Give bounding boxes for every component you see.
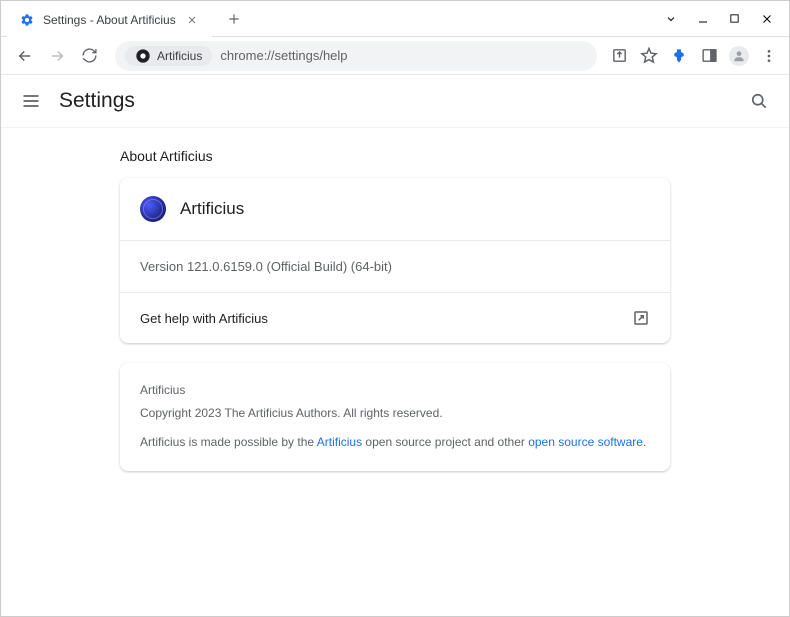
- address-bar[interactable]: Artificius chrome://settings/help: [115, 41, 597, 71]
- site-icon: [135, 48, 151, 64]
- browser-tab[interactable]: Settings - About Artificius: [7, 3, 212, 37]
- gear-icon: [19, 12, 35, 28]
- new-tab-button[interactable]: [220, 5, 248, 33]
- tab-title: Settings - About Artificius: [43, 13, 176, 27]
- chevron-down-icon[interactable]: [665, 13, 679, 25]
- section-title: About Artificius: [120, 148, 670, 164]
- maximize-icon[interactable]: [729, 13, 743, 25]
- titlebar: Settings - About Artificius: [1, 1, 789, 37]
- info-oss-line: Artificius is made possible by the Artif…: [140, 433, 650, 452]
- url-text: chrome://settings/help: [220, 48, 347, 63]
- content-area: Settings About Artificius Artificius Ver…: [1, 75, 789, 616]
- info-card: Artificius Copyright 2023 The Artificius…: [120, 363, 670, 471]
- site-info-badge[interactable]: Artificius: [125, 46, 212, 66]
- site-name: Artificius: [157, 49, 202, 63]
- app-header-row: Artificius: [120, 178, 670, 240]
- info-prefix: Artificius is made possible by the: [140, 435, 317, 449]
- external-link-icon: [632, 309, 650, 327]
- version-text: Version 121.0.6159.0 (Official Build) (6…: [120, 241, 670, 292]
- extension-icon[interactable]: [669, 46, 689, 66]
- about-card: Artificius Version 121.0.6159.0 (Officia…: [120, 178, 670, 343]
- oss-link[interactable]: open source software: [528, 435, 643, 449]
- close-icon[interactable]: [761, 13, 775, 25]
- minimize-icon[interactable]: [697, 13, 711, 25]
- get-help-button[interactable]: Get help with Artificius: [120, 293, 670, 343]
- side-panel-icon[interactable]: [699, 46, 719, 66]
- share-icon[interactable]: [609, 46, 629, 66]
- settings-header: Settings: [1, 75, 789, 128]
- info-suffix: .: [643, 435, 646, 449]
- toolbar: Artificius chrome://settings/help: [1, 37, 789, 75]
- app-name: Artificius: [180, 199, 244, 219]
- reload-button[interactable]: [75, 42, 103, 70]
- profile-icon[interactable]: [729, 46, 749, 66]
- browser-window: Settings - About Artificius: [0, 0, 790, 617]
- app-logo-icon: [140, 196, 166, 222]
- info-mid: open source project and other: [362, 435, 528, 449]
- page-title: Settings: [59, 89, 731, 113]
- menu-icon[interactable]: [759, 46, 779, 66]
- search-icon[interactable]: [749, 91, 769, 111]
- artificius-link[interactable]: Artificius: [317, 435, 362, 449]
- help-label: Get help with Artificius: [140, 311, 268, 326]
- window-controls: [665, 13, 789, 25]
- hamburger-icon[interactable]: [21, 91, 41, 111]
- forward-button[interactable]: [43, 42, 71, 70]
- bookmark-icon[interactable]: [639, 46, 659, 66]
- back-button[interactable]: [11, 42, 39, 70]
- page-content: About Artificius Artificius Version 121.…: [1, 128, 789, 491]
- close-icon[interactable]: [184, 12, 200, 28]
- info-copyright: Copyright 2023 The Artificius Authors. A…: [140, 404, 650, 423]
- info-name: Artificius: [140, 381, 650, 400]
